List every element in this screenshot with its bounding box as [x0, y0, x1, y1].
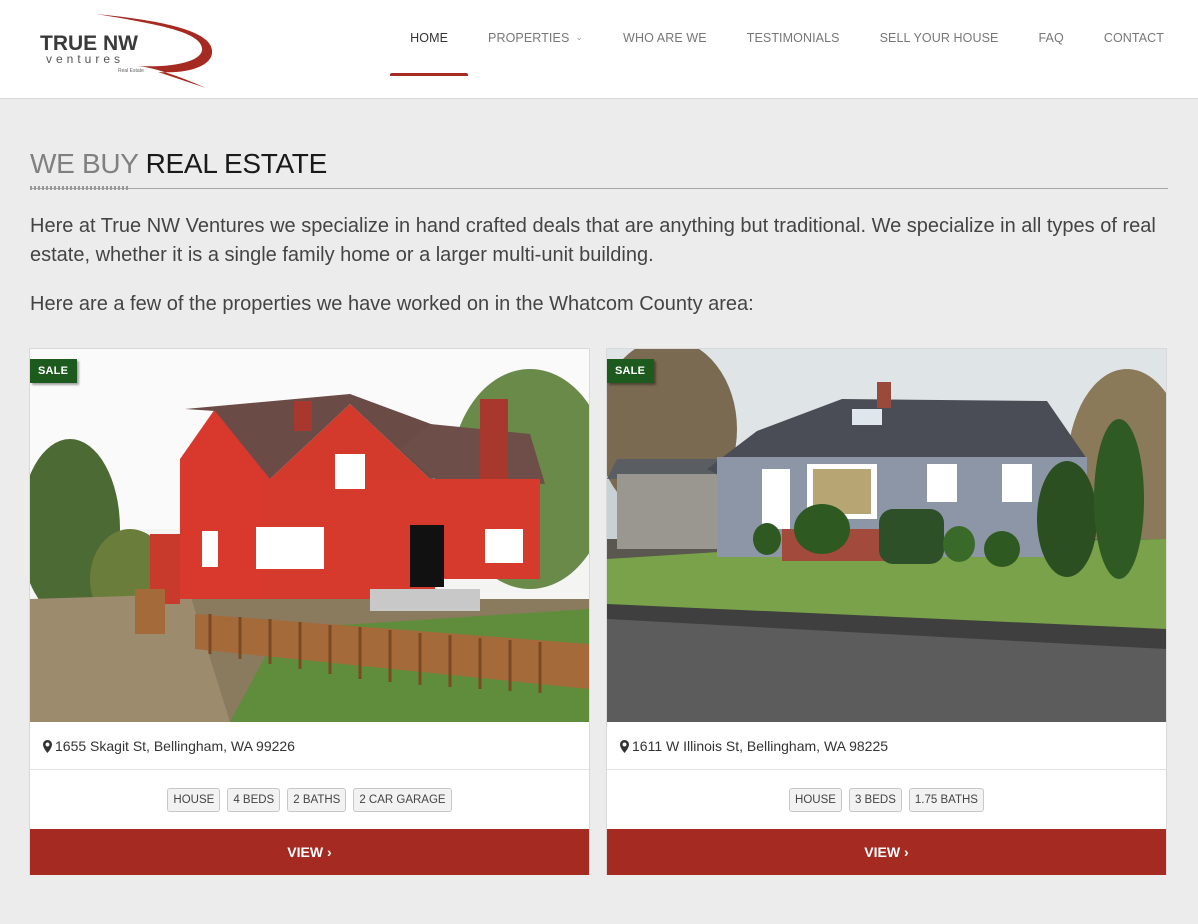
nav-contact[interactable]: CONTACT: [1084, 0, 1164, 76]
nav-sell-your-house-label: SELL YOUR HOUSE: [879, 31, 999, 45]
property-address-text: 1655 Skagit St, Bellingham, WA 99226: [55, 738, 295, 754]
property-address-text: 1611 W Illinois St, Bellingham, WA 98225: [632, 738, 889, 754]
property-photo[interactable]: SALE: [607, 349, 1166, 722]
sale-badge: SALE: [607, 359, 655, 383]
nav-home[interactable]: HOME: [390, 0, 468, 76]
logo-tagline: Real Estate: [118, 68, 144, 74]
property-address: 1611 W Illinois St, Bellingham, WA 98225: [607, 723, 1166, 770]
intro-paragraph-2: Here are a few of the properties we have…: [30, 293, 754, 315]
property-address: 1655 Skagit St, Bellingham, WA 99226: [30, 723, 589, 770]
nav-contact-label: CONTACT: [1103, 31, 1164, 45]
nav-properties-label: PROPERTIES: [488, 31, 570, 45]
property-tag: 4 BEDS: [227, 788, 281, 812]
property-tag: HOUSE: [167, 788, 221, 812]
property-tag: 2 CAR GARAGE: [353, 788, 452, 812]
view-button[interactable]: VIEW ›: [607, 829, 1166, 875]
chevron-down-icon: ⌄: [575, 31, 584, 42]
property-tag: 2 BATHS: [287, 788, 347, 812]
view-button-label: VIEW: [287, 844, 324, 860]
logo[interactable]: TRUE NW ventures Real Estate: [38, 10, 218, 90]
nav-faq[interactable]: FAQ: [1019, 0, 1084, 76]
logo-graphic: TRUE NW ventures Real Estate: [40, 14, 213, 88]
nav-who-are-we[interactable]: WHO ARE WE: [603, 0, 727, 76]
chevron-right-icon: ›: [904, 844, 909, 860]
nav-who-are-we-label: WHO ARE WE: [623, 31, 707, 45]
page-title-light: WE BUY: [30, 148, 146, 179]
property-tag: 1.75 BATHS: [908, 788, 984, 812]
property-card: SALE 1611 W Illinois St, Bellingham, WA …: [606, 348, 1167, 875]
nav-home-label: HOME: [410, 31, 449, 45]
sale-badge: SALE: [30, 359, 78, 383]
page-title-dark: REAL ESTATE: [145, 148, 328, 179]
property-tags: HOUSE 3 BEDS 1.75 BATHS: [607, 771, 1166, 829]
grey-house-photo-icon: [607, 349, 1166, 722]
page-title: WE BUY REAL ESTATE: [30, 148, 327, 180]
red-house-photo-icon: [30, 349, 589, 722]
title-divider: [30, 188, 1168, 189]
nav-faq-label: FAQ: [1038, 31, 1064, 45]
property-photo[interactable]: SALE: [30, 349, 589, 722]
main-nav: HOME PROPERTIES ⌄ WHO ARE WE TESTIMONIALS…: [390, 0, 1164, 76]
logo-sub-text: ventures: [46, 52, 124, 66]
nav-testimonials[interactable]: TESTIMONIALS: [727, 0, 860, 76]
property-tag: HOUSE: [789, 788, 842, 812]
property-card: SALE 1655 Skagit St, Bellingham, WA 9922…: [29, 348, 590, 875]
property-tags: HOUSE 4 BEDS 2 BATHS 2 CAR GARAGE: [30, 771, 589, 829]
view-button[interactable]: VIEW ›: [30, 829, 589, 875]
map-marker-icon: [43, 739, 52, 753]
nav-sell-your-house[interactable]: SELL YOUR HOUSE: [860, 0, 1019, 76]
intro-paragraph: Here at True NW Ventures we specialize i…: [30, 215, 1156, 266]
chevron-right-icon: ›: [327, 844, 332, 860]
nav-properties[interactable]: PROPERTIES ⌄: [468, 0, 603, 76]
nav-testimonials-label: TESTIMONIALS: [746, 31, 840, 45]
site-header: TRUE NW ventures Real Estate HOME PROPER…: [0, 0, 1198, 99]
view-button-label: VIEW: [864, 844, 901, 860]
property-tag: 3 BEDS: [848, 788, 902, 812]
title-divider-accent: [30, 186, 130, 190]
map-marker-icon: [620, 739, 629, 753]
